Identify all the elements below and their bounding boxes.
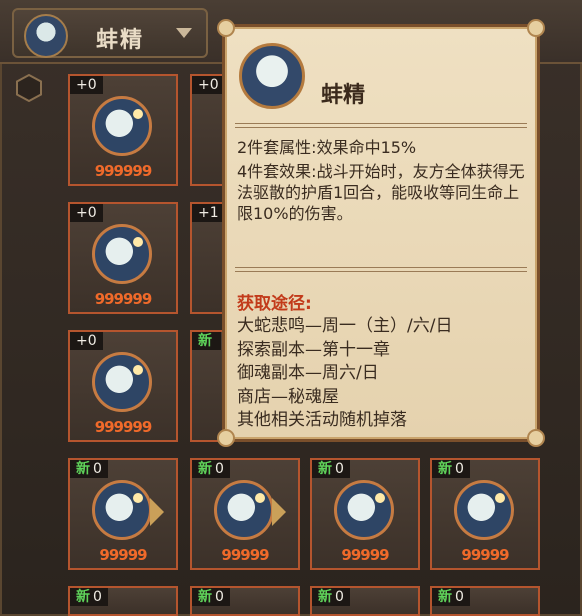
soul-portrait — [92, 96, 152, 156]
level-badge: 新0 — [192, 460, 230, 478]
corner-ornament-icon — [527, 19, 545, 37]
level-badge: 新0 — [312, 460, 350, 478]
soul-portrait — [92, 352, 152, 412]
level-badge: +0 — [192, 76, 225, 94]
level-badge: 新0 — [432, 460, 470, 478]
source-item: 商店—秘魂屋 — [237, 386, 339, 407]
soul-avatar — [239, 43, 305, 109]
divider — [235, 267, 527, 272]
chevron-down-icon[interactable] — [176, 28, 192, 38]
soul-card[interactable]: 新 — [190, 330, 226, 442]
source-title: 获取途径: — [237, 294, 312, 314]
soul-card[interactable]: +0 999999 — [68, 330, 178, 442]
corner-ornament-icon — [217, 429, 235, 447]
filter-avatar-icon — [24, 14, 68, 58]
soul-set-tooltip: 蚌精 2件套属性:效果命中15% 4件套效果:战斗开始时，友方全体获得无法驱散的… — [217, 19, 545, 447]
level-badge: 新0 — [192, 588, 230, 606]
corner-ornament-icon — [217, 19, 235, 37]
soul-card[interactable]: 新0 — [310, 586, 420, 616]
star-rating: 999999 — [94, 418, 153, 436]
soul-card[interactable]: +1 — [190, 202, 226, 314]
soul-portrait — [92, 224, 152, 284]
hexagon-icon[interactable] — [16, 74, 42, 102]
level-badge: 新0 — [432, 588, 470, 606]
level-badge: +0 — [70, 76, 103, 94]
level-badge: 新0 — [312, 588, 350, 606]
source-list: 大蛇悲鸣—周一（主）/六/日 探索副本—第十一章 御魂副本—周六/日 商店—秘魂… — [237, 315, 452, 433]
soul-card[interactable]: 新0 99999 — [190, 458, 300, 570]
position-marker-icon — [150, 498, 164, 526]
source-item: 大蛇悲鸣—周一（主）/六/日 — [237, 316, 453, 336]
soul-portrait — [214, 480, 274, 540]
soul-name: 蚌精 — [321, 83, 366, 108]
level-badge: 新 — [192, 332, 221, 350]
soul-card[interactable]: 新0 — [68, 586, 178, 616]
corner-ornament-icon — [527, 429, 545, 447]
divider — [235, 123, 527, 128]
soul-card[interactable]: 新0 — [430, 586, 540, 616]
star-rating: 999999 — [94, 162, 153, 180]
star-rating: 99999 — [341, 546, 389, 564]
soul-portrait — [454, 480, 514, 540]
set2-effect: 2件套属性:效果命中15% — [237, 138, 417, 157]
position-marker-icon — [272, 498, 286, 526]
source-item: 其他相关活动随机掉落 — [237, 410, 407, 430]
soul-card[interactable]: 新0 99999 — [68, 458, 178, 570]
soul-filter-dropdown[interactable]: 蚌精 — [12, 8, 208, 58]
set4-effect: 4件套效果:战斗开始时，友方全体获得无法驱散的护盾1回合，能吸收等同生命上限10… — [237, 162, 525, 223]
soul-card[interactable]: 新0 99999 — [430, 458, 540, 570]
soul-card[interactable]: +0 999999 — [68, 74, 178, 186]
source-item: 探索副本—第十一章 — [237, 339, 390, 360]
soul-portrait — [92, 480, 152, 540]
level-badge: +0 — [70, 204, 103, 222]
level-badge: +1 — [192, 204, 225, 222]
star-rating: 999999 — [94, 290, 153, 308]
level-badge: 新0 — [70, 588, 108, 606]
star-rating: 99999 — [221, 546, 269, 564]
level-badge: 新0 — [70, 460, 108, 478]
soul-portrait — [334, 480, 394, 540]
filter-label: 蚌精 — [96, 28, 145, 53]
star-rating: 99999 — [461, 546, 509, 564]
soul-card[interactable]: +0 — [190, 74, 226, 186]
soul-card[interactable]: 新0 99999 — [310, 458, 420, 570]
star-rating: 99999 — [99, 546, 147, 564]
soul-card[interactable]: 新0 — [190, 586, 300, 616]
level-badge: +0 — [70, 332, 103, 350]
soul-card[interactable]: +0 999999 — [68, 202, 178, 314]
source-item: 御魂副本—周六/日 — [237, 363, 379, 383]
